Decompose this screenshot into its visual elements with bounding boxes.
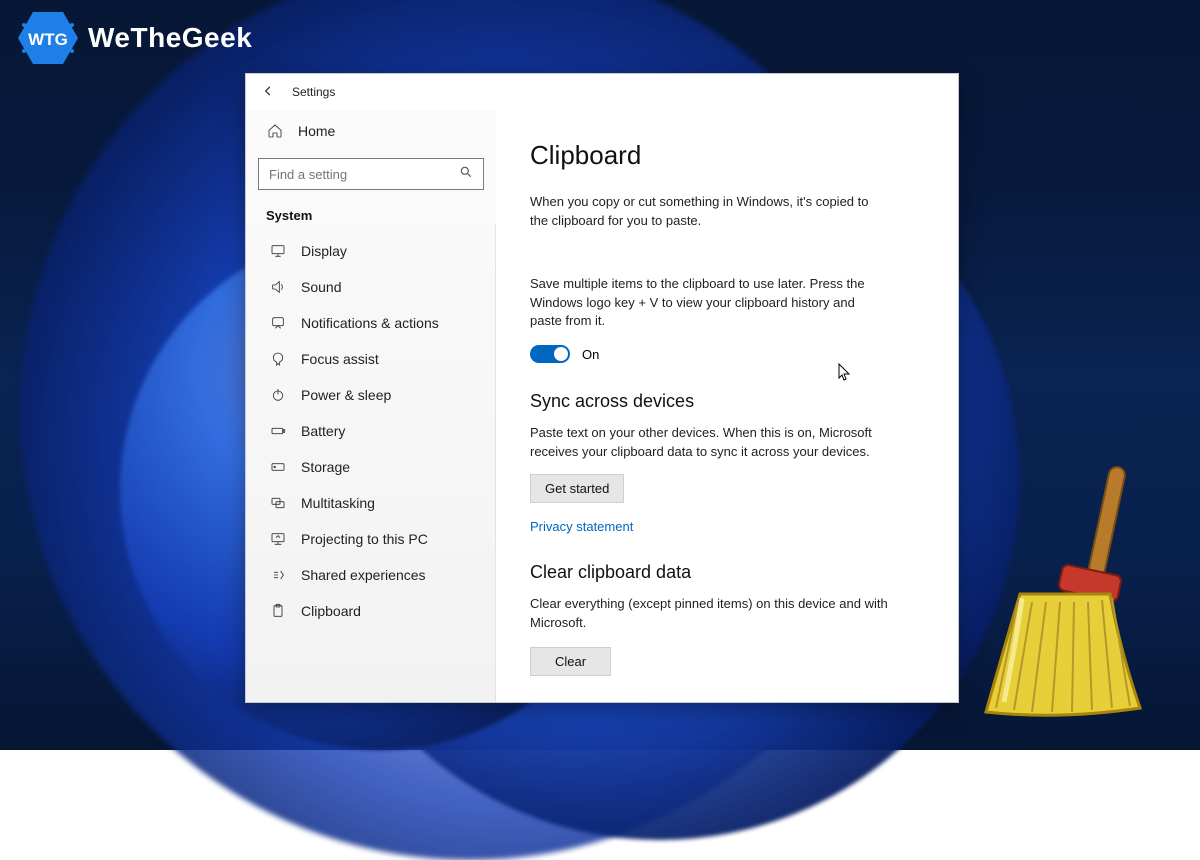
sidebar-item-projecting[interactable]: Projecting to this PC [256,521,486,557]
sidebar-item-power-sleep[interactable]: Power & sleep [256,377,486,413]
page-title: Clipboard [530,140,924,171]
clear-button[interactable]: Clear [530,647,611,676]
multitasking-icon [269,494,287,512]
sidebar-item-label: Sound [301,279,341,295]
sidebar-item-clipboard[interactable]: Clipboard [256,593,486,629]
clipboard-history-toggle[interactable] [530,345,570,363]
sidebar-item-shared-experiences[interactable]: Shared experiences [256,557,486,593]
sidebar-item-label: Storage [301,459,350,475]
sidebar-item-label: Focus assist [301,351,379,367]
sound-icon [269,278,287,296]
sidebar-item-label: Power & sleep [301,387,391,403]
shared-experiences-icon [269,566,287,584]
sidebar-home[interactable]: Home [256,114,486,148]
site-branding: WTG WeTheGeek [18,12,252,64]
sidebar-section-label: System [256,204,486,233]
clear-description: Clear everything (except pinned items) o… [530,595,890,633]
sidebar-item-label: Projecting to this PC [301,531,428,547]
search-icon [459,165,473,184]
sidebar-item-label: Display [301,243,347,259]
power-icon [269,386,287,404]
window-title: Settings [292,85,335,99]
sidebar-item-label: Multitasking [301,495,375,511]
sidebar-item-storage[interactable]: Storage [256,449,486,485]
privacy-statement-link[interactable]: Privacy statement [530,519,633,534]
notifications-icon [269,314,287,332]
content-pane: Clipboard When you copy or cut something… [496,110,958,702]
sync-description: Paste text on your other devices. When t… [530,424,890,462]
search-field[interactable] [258,158,484,190]
sidebar-divider [495,225,496,702]
sync-heading: Sync across devices [530,391,924,412]
sidebar-item-display[interactable]: Display [256,233,486,269]
sidebar-item-notifications[interactable]: Notifications & actions [256,305,486,341]
home-icon [266,122,284,140]
clear-heading: Clear clipboard data [530,562,924,583]
projecting-icon [269,530,287,548]
settings-window: Settings Home System Display [245,73,959,703]
sidebar-item-battery[interactable]: Battery [256,413,486,449]
sidebar-item-label: Shared experiences [301,567,426,583]
clipboard-icon [269,602,287,620]
battery-icon [269,422,287,440]
focus-assist-icon [269,350,287,368]
sidebar-nav: Display Sound Notifications & actions Fo… [256,233,486,629]
sidebar-item-label: Battery [301,423,345,439]
sidebar-home-label: Home [298,123,335,139]
sidebar-item-label: Clipboard [301,603,361,619]
display-icon [269,242,287,260]
sidebar-item-sound[interactable]: Sound [256,269,486,305]
sidebar-item-label: Notifications & actions [301,315,439,331]
wethegeek-logo-icon: WTG [18,12,78,64]
get-started-button[interactable]: Get started [530,474,624,503]
back-button[interactable] [260,84,276,101]
storage-icon [269,458,287,476]
sidebar: Home System Display Sound [246,110,496,702]
clipboard-history-description: Save multiple items to the clipboard to … [530,275,890,332]
clipboard-history-toggle-state: On [582,347,599,362]
page-intro: When you copy or cut something in Window… [530,193,890,231]
sidebar-item-multitasking[interactable]: Multitasking [256,485,486,521]
sidebar-item-focus-assist[interactable]: Focus assist [256,341,486,377]
logo-letters: WTG [28,30,68,49]
window-titlebar: Settings [246,74,958,110]
search-input[interactable] [269,167,459,182]
site-branding-text: WeTheGeek [88,22,252,54]
